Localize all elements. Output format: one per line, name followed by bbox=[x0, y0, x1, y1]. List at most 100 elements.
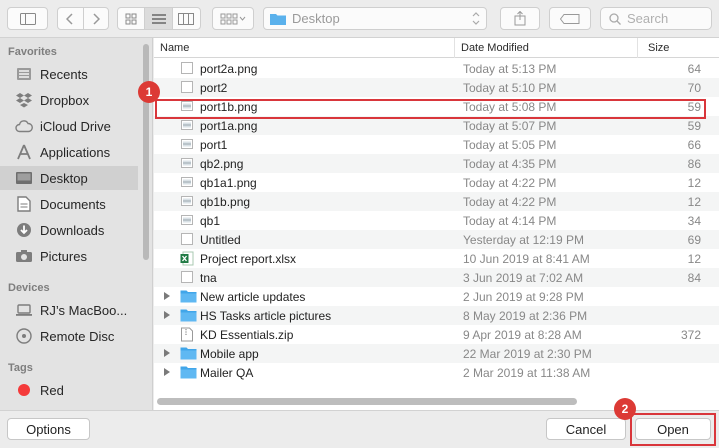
step-marker-1: 1 bbox=[138, 81, 160, 103]
camera-icon bbox=[14, 247, 34, 265]
disclosure-triangle-icon[interactable] bbox=[162, 367, 172, 377]
list-view-button[interactable] bbox=[145, 8, 173, 29]
file-row[interactable]: KD Essentials.zip 9 Apr 2019 at 8:28 AM 37… bbox=[154, 325, 719, 344]
file-date: Yesterday at 12:19 PM bbox=[463, 232, 584, 247]
back-button[interactable] bbox=[58, 8, 84, 29]
sidebar-scrollbar[interactable] bbox=[143, 44, 149, 260]
file-row[interactable]: qb1a1.png Today at 4:22 PM 12 bbox=[154, 173, 719, 192]
step-marker-2: 2 bbox=[614, 398, 636, 420]
sidebar-item-label: RJ’s MacBoo... bbox=[40, 302, 128, 318]
document-icon bbox=[180, 232, 196, 247]
forward-button[interactable] bbox=[84, 8, 109, 29]
sidebar-item-downloads[interactable]: Downloads bbox=[0, 218, 138, 242]
column-header-name[interactable]: Name bbox=[154, 38, 454, 58]
image-icon bbox=[180, 99, 196, 114]
document-icon bbox=[180, 270, 196, 285]
column-view-button[interactable] bbox=[173, 8, 200, 29]
file-name: qb1b.png bbox=[200, 194, 251, 209]
tags-button[interactable] bbox=[549, 7, 591, 30]
tag-icon bbox=[560, 13, 580, 24]
share-icon bbox=[514, 11, 526, 26]
zip-icon bbox=[180, 327, 196, 342]
search-input[interactable]: Search bbox=[600, 7, 712, 30]
file-date: Today at 5:08 PM bbox=[463, 99, 557, 114]
file-date: Today at 4:22 PM bbox=[463, 175, 557, 190]
sidebar-item-desktop[interactable]: Desktop bbox=[0, 166, 138, 190]
folder-row[interactable]: New article updates 2 Jun 2019 at 9:28 PM bbox=[154, 287, 719, 306]
file-name: port1 bbox=[200, 137, 228, 152]
disclosure-triangle-icon[interactable] bbox=[162, 291, 172, 301]
share-button[interactable] bbox=[500, 7, 540, 30]
file-date: Today at 5:13 PM bbox=[463, 61, 557, 76]
grid-icon bbox=[125, 13, 137, 24]
sidebar-toggle-button[interactable] bbox=[7, 7, 48, 30]
file-row[interactable]: Project report.xlsx 10 Jun 2019 at 8:41 A… bbox=[154, 249, 719, 268]
file-row[interactable]: qb2.png Today at 4:35 PM 86 bbox=[154, 154, 719, 173]
open-button[interactable]: Open bbox=[635, 418, 711, 440]
file-row[interactable]: Untitled Yesterday at 12:19 PM 69 bbox=[154, 230, 719, 249]
file-date: 2 Mar 2019 at 11:38 AM bbox=[463, 365, 591, 380]
folder-icon bbox=[180, 308, 197, 323]
applications-icon bbox=[14, 143, 34, 161]
documents-icon bbox=[14, 195, 34, 213]
search-icon bbox=[609, 12, 621, 25]
chevron-updown-icon bbox=[472, 12, 480, 25]
horizontal-scrollbar[interactable] bbox=[157, 398, 577, 405]
sidebar-item-red-tag[interactable]: Red bbox=[0, 378, 138, 402]
cancel-button[interactable]: Cancel bbox=[546, 418, 626, 440]
folder-row[interactable]: HS Tasks article pictures 8 May 2019 at 2… bbox=[154, 306, 719, 325]
file-row[interactable]: qb1b.png Today at 4:22 PM 12 bbox=[154, 192, 719, 211]
sidebar-item-remote-disc[interactable]: Remote Disc bbox=[0, 324, 138, 348]
disclosure-triangle-icon[interactable] bbox=[162, 310, 172, 320]
image-icon bbox=[180, 213, 196, 228]
sidebar-item-label: Recents bbox=[40, 66, 88, 82]
file-row[interactable]: port2a.png Today at 5:13 PM 64 bbox=[154, 59, 719, 78]
folder-row[interactable]: Mailer QA 2 Mar 2019 at 11:38 AM bbox=[154, 363, 719, 382]
sidebar-item-dropbox[interactable]: Dropbox bbox=[0, 88, 138, 112]
file-size: 12 bbox=[687, 251, 701, 266]
nav-buttons bbox=[57, 7, 109, 30]
file-row[interactable]: port1b.png Today at 5:08 PM 59 bbox=[154, 97, 719, 116]
list-header: Name Date Modified Size bbox=[154, 38, 719, 58]
sidebar-item-documents[interactable]: Documents bbox=[0, 192, 138, 216]
file-row[interactable]: tna 3 Jun 2019 at 7:02 AM 84 bbox=[154, 268, 719, 287]
file-date: 9 Apr 2019 at 8:28 AM bbox=[463, 327, 582, 342]
options-button[interactable]: Options bbox=[7, 418, 90, 440]
sidebar-item-applications[interactable]: Applications bbox=[0, 140, 138, 164]
sidebar-item-pictures[interactable]: Pictures bbox=[0, 244, 138, 268]
chevron-right-icon bbox=[93, 12, 100, 25]
sidebar-item-label: Desktop bbox=[40, 170, 88, 186]
file-name: New article updates bbox=[200, 289, 306, 304]
file-size: 59 bbox=[687, 99, 701, 114]
file-row[interactable]: qb1 Today at 4:14 PM 34 bbox=[154, 211, 719, 230]
folder-row[interactable]: Mobile app 22 Mar 2019 at 2:30 PM bbox=[154, 344, 719, 363]
file-date: 3 Jun 2019 at 7:02 AM bbox=[463, 270, 584, 285]
sidebar-heading-favorites: Favorites bbox=[8, 46, 57, 58]
sidebar-item-macbook[interactable]: RJ’s MacBoo... bbox=[0, 298, 138, 322]
image-icon bbox=[180, 175, 196, 190]
dropbox-icon bbox=[14, 91, 34, 109]
file-row[interactable]: port1 Today at 5:05 PM 66 bbox=[154, 135, 719, 154]
file-name: Project report.xlsx bbox=[200, 251, 297, 266]
sidebar-item-label: iCloud Drive bbox=[40, 118, 111, 134]
chevron-left-icon bbox=[66, 12, 73, 25]
file-row[interactable]: port1a.png Today at 5:07 PM 59 bbox=[154, 116, 719, 135]
file-name: qb1a1.png bbox=[200, 175, 257, 190]
excel-icon bbox=[180, 251, 196, 266]
column-header-date-modified[interactable]: Date Modified bbox=[454, 38, 637, 58]
icon-view-button[interactable] bbox=[118, 8, 146, 29]
group-by-button[interactable] bbox=[212, 7, 254, 30]
location-popup[interactable]: Desktop bbox=[263, 7, 487, 30]
column-header-size[interactable]: Size bbox=[637, 38, 719, 58]
file-size: 66 bbox=[687, 137, 701, 152]
file-row[interactable]: port2 Today at 5:10 PM 70 bbox=[154, 78, 719, 97]
bottom-bar: Options Cancel Open bbox=[0, 410, 719, 448]
image-icon bbox=[180, 137, 196, 152]
document-icon bbox=[180, 61, 196, 76]
sidebar-item-recents[interactable]: Recents bbox=[0, 62, 138, 86]
sidebar-item-icloud-drive[interactable]: iCloud Drive bbox=[0, 114, 138, 138]
file-name: port2 bbox=[200, 80, 228, 95]
disclosure-triangle-icon[interactable] bbox=[162, 348, 172, 358]
file-size: 84 bbox=[687, 270, 701, 285]
file-name: HS Tasks article pictures bbox=[200, 308, 332, 323]
